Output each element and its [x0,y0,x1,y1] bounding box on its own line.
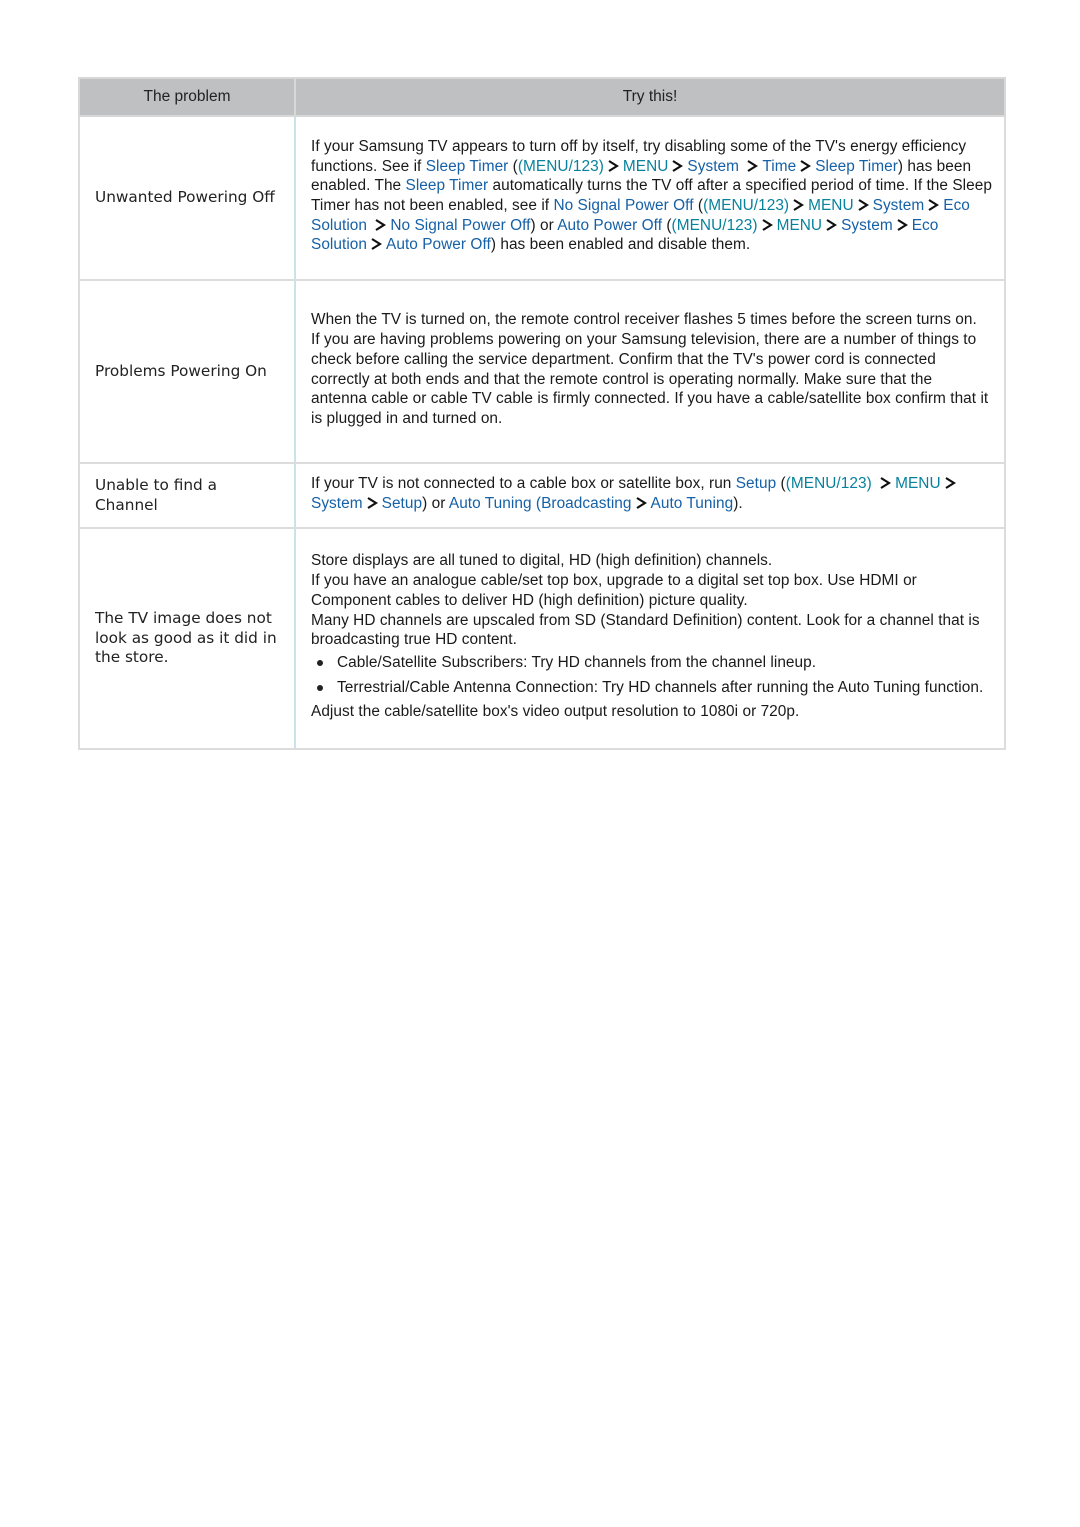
solution-text: ). [733,494,743,512]
chevron-right-icon [896,218,908,231]
chevron-right-icon [607,159,619,172]
link-sleep-timer[interactable]: Sleep Timer [426,158,509,175]
table-row: Unwanted Powering Off If your Samsung TV… [78,115,1006,281]
solution-paragraph: Many HD channels are upscaled from SD (S… [311,611,980,649]
solution-text: ( [508,157,518,175]
chevron-right-icon [792,199,805,211]
list-item-text: Terrestrial/Cable Antenna Connection: Tr… [337,678,984,696]
chevron-right-icon [857,199,869,211]
list-item: Cable/Satellite Subscribers: Try HD chan… [311,650,992,675]
link-auto-tuning[interactable]: Auto Tuning [449,495,532,512]
header-problem: The problem [78,77,296,117]
table-row: Unable to find a Channel If your TV is n… [78,462,1006,529]
solution-text: If your TV is not connected to a cable b… [311,474,736,492]
link-auto-power-off[interactable]: Auto Power Off [557,217,662,234]
menu-path-menu[interactable]: MENU [808,197,854,214]
chevron-right-icon [370,238,383,251]
solution-text: ) or [422,494,449,512]
list-item: Terrestrial/Cable Antenna Connection: Tr… [311,675,992,700]
solution-text: ) or [530,216,558,234]
bullet-dot-icon [317,684,323,691]
menu-path-menu-123[interactable]: (MENU/123) [703,197,789,214]
header-try-this: Try this! [294,77,1006,117]
menu-path-menu[interactable]: MENU [777,217,823,234]
link-no-signal-power-off[interactable]: No Signal Power Off [553,197,693,214]
solution-cell: When the TV is turned on, the remote con… [294,279,1006,464]
troubleshooting-table: The problem Try this! Unwanted Powering … [78,77,1006,750]
menu-path-menu-123[interactable]: (MENU/123) [786,475,872,492]
chevron-right-icon [879,476,892,489]
solution-text: ) has been enabled and disable them. [490,236,751,254]
chevron-right-icon [635,496,647,509]
chevron-right-icon [927,199,940,211]
link-sleep-timer[interactable]: Sleep Timer [406,177,489,194]
solution-paragraph: When the TV is turned on, the remote con… [311,311,977,329]
solution-cell: Store displays are all tuned to digital,… [294,527,1006,750]
menu-path-time[interactable]: Time [762,158,796,175]
chevron-right-icon [761,218,773,231]
menu-path-sleep-timer[interactable]: Sleep Timer [815,158,898,175]
menu-path-system[interactable]: System [311,495,363,512]
bullet-dot-icon [317,659,323,666]
menu-path-broadcasting[interactable]: (Broadcasting [536,495,632,512]
problem-cell: Unable to find a Channel [78,462,296,529]
menu-path-system[interactable]: System [873,197,925,214]
menu-path-no-signal-power-off[interactable]: No Signal Power Off [390,217,530,234]
table-row: Problems Powering On When the TV is turn… [78,279,1006,464]
menu-path-menu-123[interactable]: (MENU/123) [672,217,758,234]
solution-paragraph: Adjust the cable/satellite box's video o… [311,702,800,720]
problem-cell: The TV image does not look as good as it… [78,527,296,750]
menu-path-menu[interactable]: MENU [895,475,941,492]
menu-path-menu[interactable]: MENU [623,158,669,175]
chevron-right-icon [671,159,684,172]
chevron-right-icon [374,218,387,231]
table-header-row: The problem Try this! [78,77,1006,117]
menu-path-auto-tuning[interactable]: Auto Tuning [651,495,734,512]
menu-path-auto-power-off[interactable]: Auto Power Off [386,236,491,253]
menu-path-system[interactable]: System [687,158,739,175]
chevron-right-icon [944,476,956,489]
bullet-list: Cable/Satellite Subscribers: Try HD chan… [311,650,992,700]
chevron-right-icon [799,159,812,172]
link-setup[interactable]: Setup [736,475,776,492]
solution-cell: If your Samsung TV appears to turn off b… [294,115,1006,281]
list-item-text: Cable/Satellite Subscribers: Try HD chan… [337,653,817,671]
table-row: The TV image does not look as good as it… [78,527,1006,750]
chevron-right-icon [825,218,838,231]
solution-paragraph: If you have an analogue cable/set top bo… [311,572,917,609]
solution-text: ( [693,197,704,214]
menu-path-system[interactable]: System [841,217,893,234]
solution-text: ( [662,216,672,234]
solution-paragraph: If you are having problems powering on y… [311,331,989,427]
solution-text: ( [776,474,786,492]
problem-cell: Unwanted Powering Off [78,115,296,281]
chevron-right-icon [366,496,378,509]
menu-path-menu-123[interactable]: (MENU/123) [518,158,604,175]
solution-paragraph: Store displays are all tuned to digital,… [311,552,773,570]
solution-cell: If your TV is not connected to a cable b… [294,462,1006,529]
chevron-right-icon [746,159,759,172]
problem-cell: Problems Powering On [78,279,296,464]
menu-path-setup[interactable]: Setup [382,495,422,512]
